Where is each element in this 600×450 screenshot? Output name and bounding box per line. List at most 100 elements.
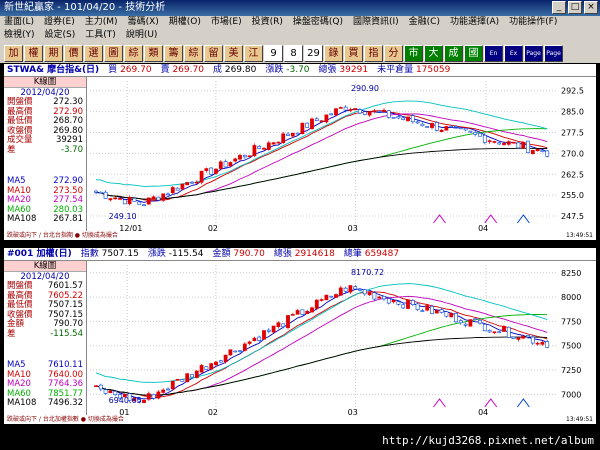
toolbar-button[interactable]: 類 [144, 44, 163, 62]
toolbar-button[interactable]: 綜 [124, 44, 143, 62]
y-tick-label: 262.5 [561, 170, 584, 179]
candle-body [257, 146, 262, 149]
candle-body [151, 196, 156, 200]
candle-body [449, 126, 454, 128]
toolbar-button[interactable]: 價 [64, 44, 83, 62]
toolbar-button[interactable]: 市 [404, 44, 423, 62]
candle-body [338, 107, 343, 109]
toolbar-button[interactable]: 成 [444, 44, 463, 62]
amount-label: 金額 [212, 249, 231, 259]
candle-body [506, 141, 511, 145]
candle-body [98, 191, 103, 194]
toolbar-button[interactable]: 江 [244, 44, 263, 62]
menu-item[interactable]: 功能操作(F) [509, 16, 557, 29]
toolbar-button[interactable]: 圖 [104, 44, 123, 62]
symbol-name[interactable]: STWA& 摩台指&(日) [7, 64, 99, 76]
toolbar-button[interactable]: 加 [4, 44, 23, 62]
menu-item[interactable]: 證券(E) [44, 16, 75, 29]
toolbar-button[interactable]: 分 [384, 44, 403, 62]
toolbar-button[interactable]: 錄 [324, 44, 343, 62]
candlestick-chart[interactable]: 292.5 285.0 277.5 270.0 262.5 255.0 247.5 12/01… [4, 77, 596, 231]
menu-item[interactable]: 市場(E) [211, 16, 242, 29]
candle-body [540, 342, 545, 345]
y-tick-label: 7000 [561, 390, 581, 399]
menu-item[interactable]: 主力(M) [85, 16, 118, 29]
candle-body [401, 304, 406, 309]
candle-body [506, 326, 511, 338]
menu-item[interactable]: 金融(C) [409, 16, 440, 29]
y-tick-label: 8250 [561, 269, 581, 278]
toolbar-button[interactable]: En [484, 44, 503, 62]
toolbar-button[interactable]: 8 [284, 44, 303, 62]
menu-item[interactable]: 工具(T) [85, 29, 116, 42]
menu-item[interactable]: 期權(O) [169, 16, 201, 29]
toolbar-button[interactable]: 期 [44, 44, 63, 62]
candle-body [113, 391, 118, 396]
open-interest-value: 175059 [415, 65, 451, 75]
candle-body [310, 307, 314, 313]
toolbar-button[interactable]: 買 [344, 44, 363, 62]
menu-item[interactable]: 畫面(L) [4, 16, 34, 29]
candle-body [482, 134, 487, 143]
symbol-name[interactable]: #001 加權(日) [7, 248, 72, 260]
toolbar-button[interactable]: Page [544, 44, 563, 62]
close-button[interactable]: × [584, 1, 598, 14]
chart-panel-taiwan-msci: STWA& 摩台指&(日) 買 269.70 賣 269.70 成 269.80… [4, 64, 596, 231]
candle-body [454, 312, 458, 323]
window-title: 新世紀贏家 - 101/04/20 - 技術分析 [4, 2, 166, 13]
upper-band-line [95, 100, 548, 187]
candle-body [262, 330, 266, 340]
menu-item[interactable]: 操盤密碼(Q) [293, 16, 343, 29]
toolbar-button[interactable]: 29 [304, 44, 323, 62]
candle-body [300, 309, 305, 315]
maximize-button[interactable]: □ [568, 1, 582, 14]
candle-body [334, 108, 338, 116]
menu-item[interactable]: 籌碼(X) [128, 16, 159, 29]
toolbar-button[interactable]: 大 [424, 44, 443, 62]
toolbar-button[interactable]: 籌 [164, 44, 183, 62]
candle-body [194, 370, 199, 379]
candle-body [444, 126, 449, 131]
toolbar-button[interactable]: 美 [224, 44, 243, 62]
candle-body [98, 384, 103, 390]
menu-item[interactable]: 設定(S) [45, 29, 76, 42]
candle-body [94, 385, 98, 387]
candle-body [266, 142, 271, 150]
y-tick-label: 8000 [561, 293, 581, 302]
candle-body [372, 110, 377, 113]
menu-item[interactable]: 國際資訊(I) [353, 16, 399, 29]
candle-body [502, 326, 506, 332]
toolbar-button[interactable]: 9 [264, 44, 283, 62]
buy-value: 269.70 [120, 65, 152, 75]
toolbar-button[interactable]: Ex [504, 44, 523, 62]
toolbar-button[interactable]: 指 [364, 44, 383, 62]
menu-item[interactable]: 功能選擇(A) [450, 16, 499, 29]
minimize-button[interactable]: _ [552, 1, 566, 14]
candle-body [103, 389, 108, 394]
menu-item[interactable]: 檢視(Y) [4, 29, 35, 42]
candle-body [300, 122, 305, 134]
toolbar-button[interactable]: Page [524, 44, 543, 62]
candlestick-chart[interactable]: 8250 8000 7750 7500 7250 7000 01 02 03 04 8170.72 6… [4, 261, 596, 415]
candle-body [391, 116, 396, 119]
toolbar-button[interactable]: 留 [204, 44, 223, 62]
quote-header: #001 加權(日) 指數 7507.15 漲跌 -115.54 金額 790.… [4, 248, 596, 261]
candle-body [353, 108, 358, 111]
status-text: 跌破或向下 / 台北台指期 ● 切換成為撮合 [7, 232, 118, 239]
menu-item[interactable]: 說明(U) [126, 29, 158, 42]
toolbar-button[interactable]: 國 [464, 44, 483, 62]
toolbar-button[interactable]: 選 [84, 44, 103, 62]
candle-body [214, 168, 218, 174]
menu-item[interactable]: 投資(R) [252, 16, 283, 29]
toolbar-button[interactable]: 權 [24, 44, 43, 62]
candle-body [372, 292, 377, 300]
candle-body [94, 190, 98, 193]
toolbar-button[interactable]: 綜 [184, 44, 203, 62]
stat-row: 差 -3.70 [4, 145, 86, 156]
candle-body [175, 379, 180, 381]
candle-body [377, 296, 382, 299]
candle-body [305, 122, 310, 128]
deal-label: 成 [212, 65, 222, 75]
candle-body [170, 187, 175, 194]
candle-body [242, 343, 247, 351]
